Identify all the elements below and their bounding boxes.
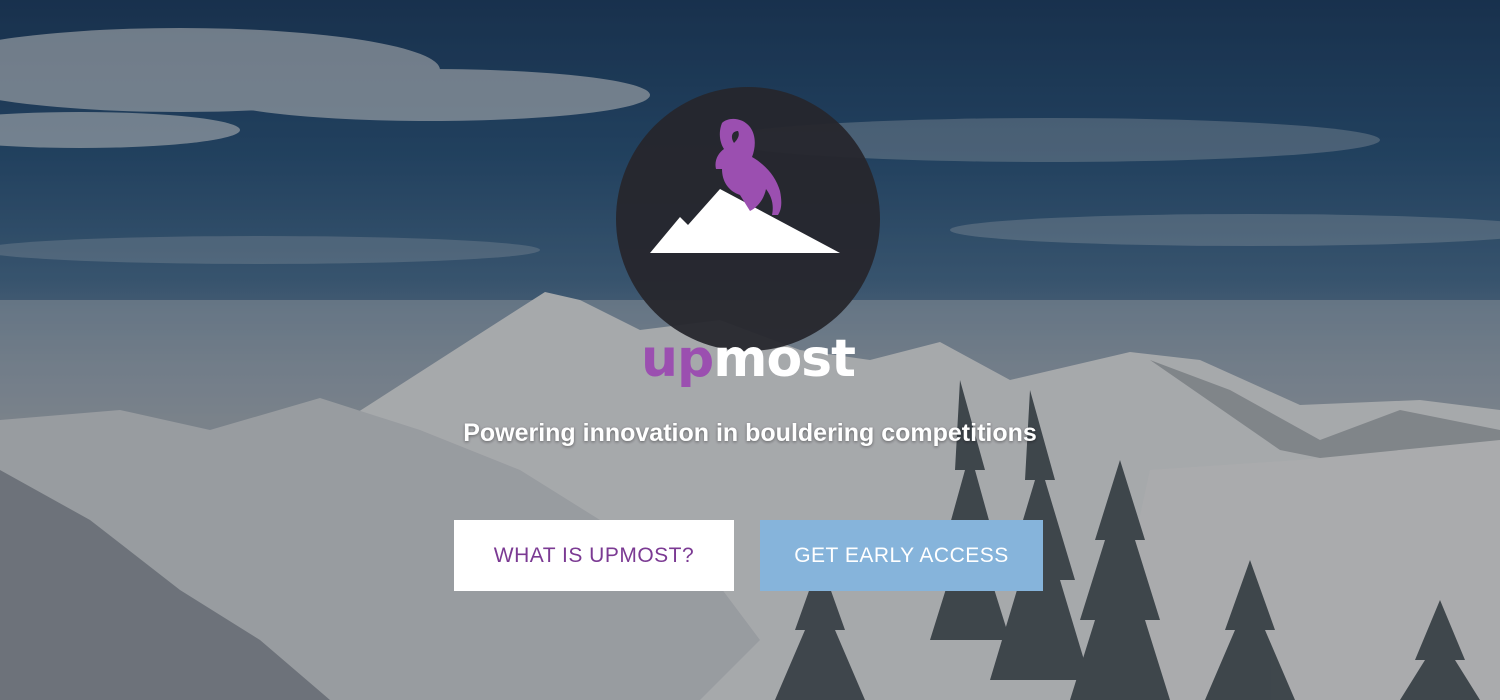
tagline: Powering innovation in bouldering compet… [463,419,1037,447]
wordmark-up: up [641,329,714,389]
mountain-goat-icon [650,118,840,253]
what-is-upmost-button[interactable]: WHAT IS UPMOST? [454,520,734,591]
wordmark: upmost [616,333,880,385]
hero-section: upmost Powering innovation in bouldering… [0,0,1500,700]
get-early-access-button[interactable]: GET EARLY ACCESS [760,520,1043,591]
wordmark-most: most [713,329,856,389]
upmost-logo: upmost [616,87,880,385]
